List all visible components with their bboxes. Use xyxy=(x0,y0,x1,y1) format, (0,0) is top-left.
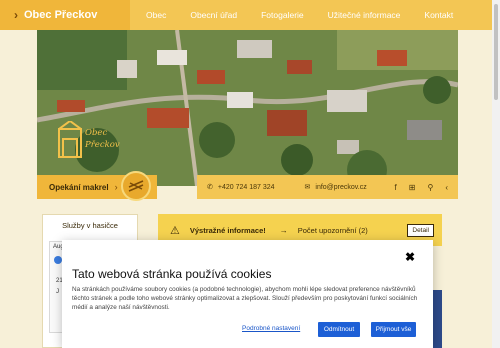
utility-icons: f ⊞ ⚲ ‹ xyxy=(395,183,458,192)
arrow-right-icon: → xyxy=(279,225,288,235)
brand-name: Obec Přeckov xyxy=(24,9,98,21)
nav-item-uzitecne-informace[interactable]: Užitečné informace xyxy=(316,0,413,30)
search-icon[interactable]: ⚲ xyxy=(427,183,433,192)
services-card-title: Služby v hasičce xyxy=(62,221,118,230)
warning-count: Počet upozornění (2) xyxy=(297,225,368,235)
warning-label: Výstražné informace! xyxy=(189,225,266,235)
event-banner-label: Opekání makrel xyxy=(49,182,109,192)
cookie-settings-link[interactable]: Podrobné nastavení xyxy=(242,325,300,332)
cookie-text: Na stránkách používáme soubory cookies (… xyxy=(72,286,418,311)
chevron-right-icon: › xyxy=(14,8,18,22)
email-address: info@preckov.cz xyxy=(315,183,367,191)
nav-item-obecni-urad[interactable]: Obecní úřad xyxy=(178,0,249,30)
grill-icon xyxy=(128,180,144,192)
calendar-entry: J xyxy=(56,289,59,295)
chevron-left-icon[interactable]: ‹ xyxy=(445,183,448,192)
reject-button[interactable]: Odmítnout xyxy=(318,322,360,337)
sitemap-icon[interactable]: ⊞ xyxy=(409,183,416,192)
content-image xyxy=(432,290,442,348)
phone-icon: ✆ xyxy=(207,184,213,191)
facebook-icon[interactable]: f xyxy=(395,183,397,192)
contact-bar: ✆ +420 724 187 324 ✉ info@preckov.cz f ⊞… xyxy=(197,175,458,199)
top-navigation: › Obec Přeckov Obec Obecní úřad Fotogale… xyxy=(0,0,492,30)
logo-text: Obec Přeckov xyxy=(85,128,120,150)
nav-item-kontakt[interactable]: Kontakt xyxy=(412,0,465,30)
phone-number: +420 724 187 324 xyxy=(217,183,275,191)
main-menu: Obec Obecní úřad Fotogalerie Užitečné in… xyxy=(130,0,465,30)
warning-icon: ⚠ xyxy=(170,224,180,237)
village-logo[interactable]: Obec Přeckov xyxy=(57,119,127,161)
scrollbar-thumb[interactable] xyxy=(494,4,498,100)
accept-all-button[interactable]: Přijmout vše xyxy=(371,322,416,337)
nav-item-fotogalerie[interactable]: Fotogalerie xyxy=(249,0,316,30)
page-scrollbar[interactable] xyxy=(492,0,500,348)
quick-bar: Opekání makrel › ✆ +420 724 187 324 ✉ in… xyxy=(37,171,458,201)
nav-item-obec[interactable]: Obec xyxy=(130,0,178,30)
hero-aerial-photo xyxy=(37,30,458,186)
phone-contact[interactable]: ✆ +420 724 187 324 xyxy=(207,183,275,192)
email-icon: ✉ xyxy=(304,184,311,191)
site-brand[interactable]: › Obec Přeckov xyxy=(0,0,130,30)
event-badge-icon[interactable] xyxy=(121,171,151,201)
email-contact[interactable]: ✉ info@preckov.cz xyxy=(304,183,367,192)
cookie-title: Tato webová stránka používá cookies xyxy=(72,267,272,281)
close-icon[interactable]: ✖ xyxy=(405,250,415,264)
calendar-selected-day[interactable] xyxy=(54,256,62,264)
chevron-right-icon: › xyxy=(114,182,118,192)
detail-button[interactable]: Detail xyxy=(407,223,434,237)
cookie-dialog: ✖ Tato webová stránka používá cookies Na… xyxy=(62,240,433,348)
village-aerial-image xyxy=(37,30,458,186)
